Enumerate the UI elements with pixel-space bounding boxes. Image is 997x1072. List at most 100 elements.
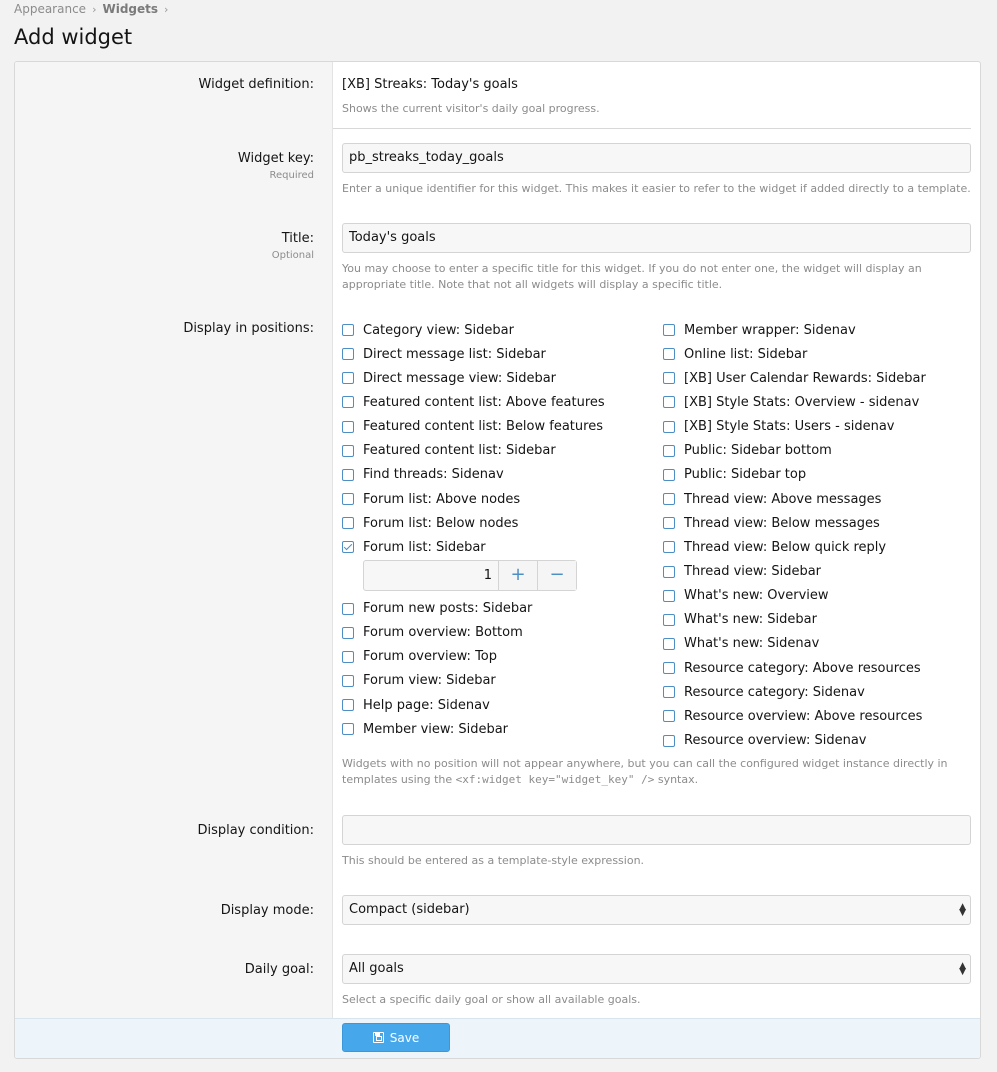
position-label: Thread view: Sidebar	[684, 564, 822, 579]
position-checkbox[interactable]	[342, 396, 354, 409]
position-checkbox[interactable]	[342, 348, 354, 361]
position-option[interactable]: Forum overview: Top	[342, 648, 497, 666]
select-arrows-icon: ▲ ▼	[959, 902, 966, 918]
position-option[interactable]: Thread view: Below quick reply	[663, 538, 886, 556]
position-checkbox[interactable]	[663, 565, 675, 578]
position-checkbox[interactable]	[663, 348, 675, 361]
position-option[interactable]: Forum new posts: Sidebar	[342, 600, 532, 618]
daily-goal-explain: Select a specific daily goal or show all…	[342, 993, 641, 1006]
breadcrumb-item-appearance[interactable]: Appearance	[14, 2, 86, 16]
display-condition-input[interactable]	[342, 815, 971, 845]
plus-icon[interactable]: +	[498, 561, 537, 590]
display-mode-value: Compact (sidebar)	[349, 902, 470, 917]
position-option[interactable]: [XB] Style Stats: Overview - sidenav	[663, 393, 919, 411]
position-checkbox[interactable]	[342, 444, 354, 457]
position-option[interactable]: What's new: Sidebar	[663, 611, 817, 629]
position-option[interactable]: Featured content list: Sidebar	[342, 442, 556, 460]
position-label: [XB] Style Stats: Overview - sidenav	[684, 394, 920, 410]
position-option[interactable]: Public: Sidebar top	[663, 466, 806, 484]
position-option[interactable]: Direct message view: Sidebar	[342, 369, 556, 387]
position-checkbox[interactable]	[663, 372, 675, 385]
position-checkbox[interactable]	[342, 324, 354, 336]
position-option[interactable]: Resource category: Above resources	[663, 659, 921, 677]
position-option[interactable]: Public: Sidebar bottom	[663, 442, 832, 460]
position-option[interactable]: Direct message list: Sidebar	[342, 345, 546, 363]
order-value[interactable]: 1	[364, 561, 498, 590]
display-mode-select[interactable]: Compact (sidebar) ▲ ▼	[342, 895, 971, 925]
position-checkbox[interactable]	[342, 493, 354, 506]
position-label: Online list: Sidebar	[684, 346, 808, 362]
position-checkbox[interactable]	[342, 723, 354, 736]
position-checkbox[interactable]	[663, 517, 675, 530]
position-option[interactable]: Member view: Sidebar	[342, 720, 508, 738]
position-label: What's new: Overview	[684, 588, 829, 604]
position-checkbox[interactable]	[663, 396, 675, 409]
position-checkbox[interactable]	[342, 517, 354, 530]
position-checkbox[interactable]	[342, 674, 354, 687]
title-hint: Optional	[271, 250, 314, 261]
position-option[interactable]: Category view: Sidebar	[342, 321, 514, 339]
position-option[interactable]: Forum list: Below nodes	[342, 514, 518, 532]
position-checkbox[interactable]	[663, 468, 675, 481]
position-checkbox[interactable]	[342, 626, 354, 639]
display-mode-label: Display mode:	[220, 903, 314, 918]
position-checkbox[interactable]	[663, 637, 675, 650]
position-option[interactable]: Featured content list: Above features	[342, 393, 605, 411]
position-checkbox[interactable]	[663, 710, 675, 723]
position-option[interactable]: Resource category: Sidenav	[663, 683, 865, 701]
position-option[interactable]: Resource overview: Above resources	[663, 707, 922, 725]
position-option[interactable]: Help page: Sidenav	[342, 696, 490, 714]
title-input[interactable]: Today's goals	[342, 223, 971, 253]
position-checkbox[interactable]	[663, 589, 675, 602]
position-checkbox[interactable]	[342, 420, 354, 433]
position-checkbox[interactable]	[663, 493, 675, 506]
minus-icon[interactable]: −	[537, 561, 576, 590]
save-button[interactable]: Save	[342, 1023, 450, 1052]
position-option[interactable]: [XB] User Calendar Rewards: Sidebar	[663, 369, 926, 387]
position-checkbox[interactable]	[663, 444, 675, 457]
position-option[interactable]: Forum list: Sidebar	[342, 538, 486, 556]
position-checkbox[interactable]	[663, 686, 675, 699]
position-label: Thread view: Below messages	[684, 515, 880, 531]
position-checkbox[interactable]	[663, 420, 675, 433]
position-checkbox[interactable]	[342, 541, 354, 554]
position-option[interactable]: Resource overview: Sidenav	[663, 732, 867, 750]
page-title: Add widget	[14, 25, 133, 49]
position-label: Find threads: Sidenav	[363, 467, 504, 483]
daily-goal-select[interactable]: All goals ▲ ▼	[342, 954, 971, 984]
position-option[interactable]: Forum view: Sidebar	[342, 672, 496, 690]
position-option[interactable]: Member wrapper: Sidenav	[663, 321, 856, 339]
label-column	[15, 62, 333, 1020]
position-option[interactable]: Thread view: Below messages	[663, 514, 880, 532]
position-checkbox[interactable]	[342, 699, 354, 712]
widget-definition-label: Widget definition:	[198, 77, 314, 92]
position-option[interactable]: Thread view: Above messages	[663, 490, 881, 508]
position-label: Resource category: Above resources	[684, 660, 921, 676]
position-label: Public: Sidebar bottom	[684, 443, 832, 459]
position-option[interactable]: Find threads: Sidenav	[342, 466, 504, 484]
position-checkbox[interactable]	[342, 372, 354, 385]
position-checkbox[interactable]	[663, 541, 675, 554]
position-checkbox[interactable]	[342, 602, 354, 615]
position-option[interactable]: What's new: Sidenav	[663, 635, 819, 653]
breadcrumb-item-widgets[interactable]: Widgets	[102, 2, 158, 16]
position-label: Resource overview: Above resources	[684, 708, 923, 724]
position-checkbox[interactable]	[663, 324, 675, 336]
position-option[interactable]: Thread view: Sidebar	[663, 563, 821, 581]
widget-key-input[interactable]: pb_streaks_today_goals	[342, 143, 971, 173]
position-option[interactable]: Forum list: Above nodes	[342, 490, 520, 508]
position-option[interactable]: Online list: Sidebar	[663, 345, 807, 363]
position-option[interactable]: Forum overview: Bottom	[342, 624, 523, 642]
position-label: [XB] User Calendar Rewards: Sidebar	[684, 370, 926, 386]
form-footer: Save	[15, 1018, 980, 1058]
position-option[interactable]: What's new: Overview	[663, 587, 829, 605]
position-checkbox[interactable]	[663, 662, 675, 675]
forum-list-sidebar-order-stepper[interactable]: 1 + −	[363, 560, 577, 591]
position-checkbox[interactable]	[342, 468, 354, 481]
position-option[interactable]: [XB] Style Stats: Users - sidenav	[663, 418, 894, 436]
position-checkbox[interactable]	[663, 613, 675, 626]
position-checkbox[interactable]	[342, 650, 354, 663]
positions-label: Display in positions:	[183, 321, 314, 336]
position-checkbox[interactable]	[663, 734, 675, 747]
position-option[interactable]: Featured content list: Below features	[342, 418, 603, 436]
